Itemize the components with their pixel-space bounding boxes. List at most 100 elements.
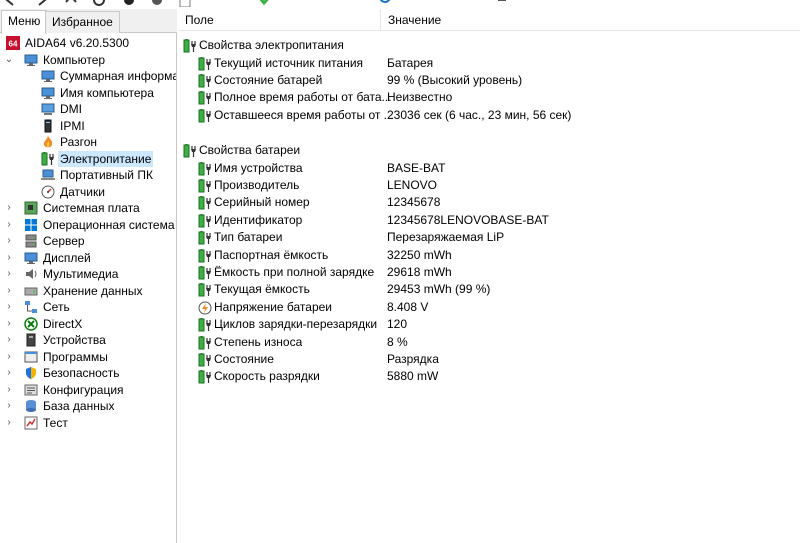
property-field: Идентификатор bbox=[214, 212, 303, 227]
expand-right-icon[interactable]: › bbox=[4, 299, 14, 315]
tree-item[interactable]: Датчики bbox=[0, 184, 176, 200]
tree-item[interactable]: Разгон bbox=[0, 134, 176, 150]
tree-item[interactable]: Портативный ПК bbox=[0, 167, 176, 183]
property-row[interactable]: Текущий источник питания Батарея bbox=[178, 55, 800, 72]
tree-item-label: Сеть bbox=[43, 300, 70, 314]
property-row[interactable]: Имя устройства BASE-BAT bbox=[178, 160, 800, 177]
database-icon bbox=[24, 399, 38, 413]
tree-item[interactable]: › Системная плата bbox=[0, 200, 176, 216]
tab-favorites[interactable]: Избранное bbox=[45, 11, 120, 33]
tree-item[interactable]: › Хранение данных bbox=[0, 283, 176, 299]
expand-right-icon[interactable]: › bbox=[4, 266, 14, 282]
tree-item[interactable]: › Сеть bbox=[0, 299, 176, 315]
property-row[interactable]: Производитель LENOVO bbox=[178, 177, 800, 194]
property-value: 120 bbox=[387, 317, 408, 332]
property-row[interactable]: Тип батареи Перезаряжаемая LiP bbox=[178, 229, 800, 246]
expand-right-icon[interactable]: › bbox=[4, 250, 14, 266]
tree-item[interactable]: › Программы bbox=[0, 349, 176, 365]
property-row[interactable]: Напряжение батареи 8.408 V bbox=[178, 299, 800, 316]
expand-right-icon[interactable]: › bbox=[4, 415, 14, 431]
tree-item[interactable]: › Дисплей bbox=[0, 250, 176, 266]
test-icon bbox=[24, 416, 38, 430]
expand-right-icon[interactable]: › bbox=[4, 349, 14, 365]
directx-icon bbox=[24, 316, 38, 331]
tab-menu[interactable]: Меню bbox=[1, 10, 48, 34]
page-icon[interactable] bbox=[178, 0, 192, 7]
expand-down-icon[interactable]: ⌄ bbox=[4, 52, 14, 68]
tree-item-label: Суммарная информа bbox=[60, 69, 176, 83]
expand-right-icon[interactable]: › bbox=[4, 332, 14, 348]
tree-item[interactable]: DMI bbox=[0, 101, 176, 117]
tree-item[interactable]: ⌄ Компьютер bbox=[0, 52, 176, 68]
property-row[interactable]: Паспортная ёмкость 32250 mWh bbox=[178, 247, 800, 264]
property-row[interactable]: Скорость разрядки 5880 mW bbox=[178, 368, 800, 385]
property-row[interactable]: Текущая ёмкость 29453 mWh (99 %) bbox=[178, 281, 800, 298]
computer-icon bbox=[24, 53, 38, 67]
property-field: Текущий источник питания bbox=[214, 55, 364, 70]
report-icon[interactable] bbox=[150, 0, 164, 7]
property-row[interactable]: Состояние Разрядка bbox=[178, 351, 800, 368]
security-shield-icon bbox=[24, 366, 38, 380]
summary-icon bbox=[41, 69, 55, 83]
nav-tabs: Меню Избранное bbox=[0, 9, 177, 34]
tree-item[interactable]: › Тест bbox=[0, 415, 176, 431]
tree-item[interactable]: › База данных bbox=[0, 398, 176, 414]
property-field: Свойства электропитания bbox=[199, 38, 344, 52]
tree-item[interactable]: › Мультимедиа bbox=[0, 266, 176, 282]
column-header-field[interactable]: Поле bbox=[178, 9, 380, 31]
motherboard-icon bbox=[24, 201, 38, 215]
tree-item[interactable]: › Сервер bbox=[0, 233, 176, 249]
property-field: Полное время работы от бата... bbox=[214, 90, 392, 105]
expand-right-icon[interactable]: › bbox=[4, 217, 14, 233]
expand-right-icon[interactable]: › bbox=[4, 283, 14, 299]
refresh-icon[interactable] bbox=[92, 0, 106, 7]
tree-item-label: IPMI bbox=[60, 118, 85, 133]
expand-right-icon[interactable]: › bbox=[4, 398, 14, 414]
property-field: Серийный номер bbox=[214, 195, 310, 210]
user-icon[interactable] bbox=[122, 0, 136, 7]
property-group[interactable]: Свойства электропитания bbox=[178, 37, 800, 54]
tree-item[interactable]: Суммарная информа bbox=[0, 68, 176, 84]
property-value: 23036 сек (6 час., 23 мин, 56 сек) bbox=[387, 107, 572, 122]
property-value: 99 % (Высокий уровень) bbox=[387, 72, 523, 87]
tree-item[interactable]: Электропитание bbox=[0, 150, 176, 167]
search-icon[interactable] bbox=[378, 0, 392, 7]
sensor-gauge-icon bbox=[41, 185, 55, 199]
property-row[interactable]: Состояние батарей 99 % (Высокий уровень) bbox=[178, 72, 800, 89]
property-row[interactable]: Степень износа 8 % bbox=[178, 334, 800, 351]
tree-item[interactable]: › Безопасность bbox=[0, 365, 176, 381]
up-icon[interactable] bbox=[64, 0, 78, 7]
tree-item[interactable]: › DirectX bbox=[0, 316, 176, 332]
checkmark-icon[interactable] bbox=[258, 0, 272, 7]
property-value: 12345678LENOVOBASE-BAT bbox=[387, 212, 549, 227]
property-row[interactable]: Циклов зарядки-перезарядки 120 bbox=[178, 316, 800, 333]
tree-item[interactable]: IPMI bbox=[0, 118, 176, 134]
property-row[interactable]: Идентификатор 12345678LENOVOBASE-BAT bbox=[178, 212, 800, 229]
expand-right-icon[interactable]: › bbox=[4, 200, 14, 216]
expand-right-icon[interactable]: › bbox=[4, 316, 14, 332]
expand-right-icon[interactable]: › bbox=[4, 382, 14, 398]
property-row[interactable]: Серийный номер 12345678 bbox=[178, 194, 800, 211]
tree-item[interactable]: › Операционная система bbox=[0, 217, 176, 233]
property-row[interactable]: Оставшееся время работы от ... 23036 сек … bbox=[178, 107, 800, 124]
tree-item[interactable]: 64 AIDA64 v6.20.5300 bbox=[0, 35, 176, 51]
tree-item[interactable]: › Устройства bbox=[0, 332, 176, 348]
tree-item[interactable]: › Конфигурация bbox=[0, 382, 176, 398]
tree-item-label: Электропитание bbox=[58, 150, 154, 167]
property-value: Перезаряжаемая LiP bbox=[387, 230, 505, 245]
property-value: Батарея bbox=[387, 55, 434, 70]
expand-right-icon[interactable]: › bbox=[4, 365, 14, 381]
column-header-value[interactable]: Значение bbox=[381, 9, 681, 31]
property-group[interactable]: Свойства батареи bbox=[178, 142, 800, 159]
back-icon[interactable] bbox=[4, 0, 18, 7]
property-value: Разрядка bbox=[387, 352, 439, 366]
devices-icon bbox=[24, 333, 38, 347]
property-row[interactable]: Ёмкость при полной зарядке 29618 mWh bbox=[178, 264, 800, 281]
forward-icon[interactable] bbox=[34, 0, 48, 7]
property-row[interactable]: Полное время работы от бата... Неизвестно bbox=[178, 89, 800, 106]
multimedia-icon bbox=[24, 267, 38, 281]
tree-item-label: Системная плата bbox=[43, 201, 140, 215]
toolbar-item-icon[interactable] bbox=[496, 0, 510, 7]
tree-item[interactable]: Имя компьютера bbox=[0, 85, 176, 101]
expand-right-icon[interactable]: › bbox=[4, 233, 14, 249]
